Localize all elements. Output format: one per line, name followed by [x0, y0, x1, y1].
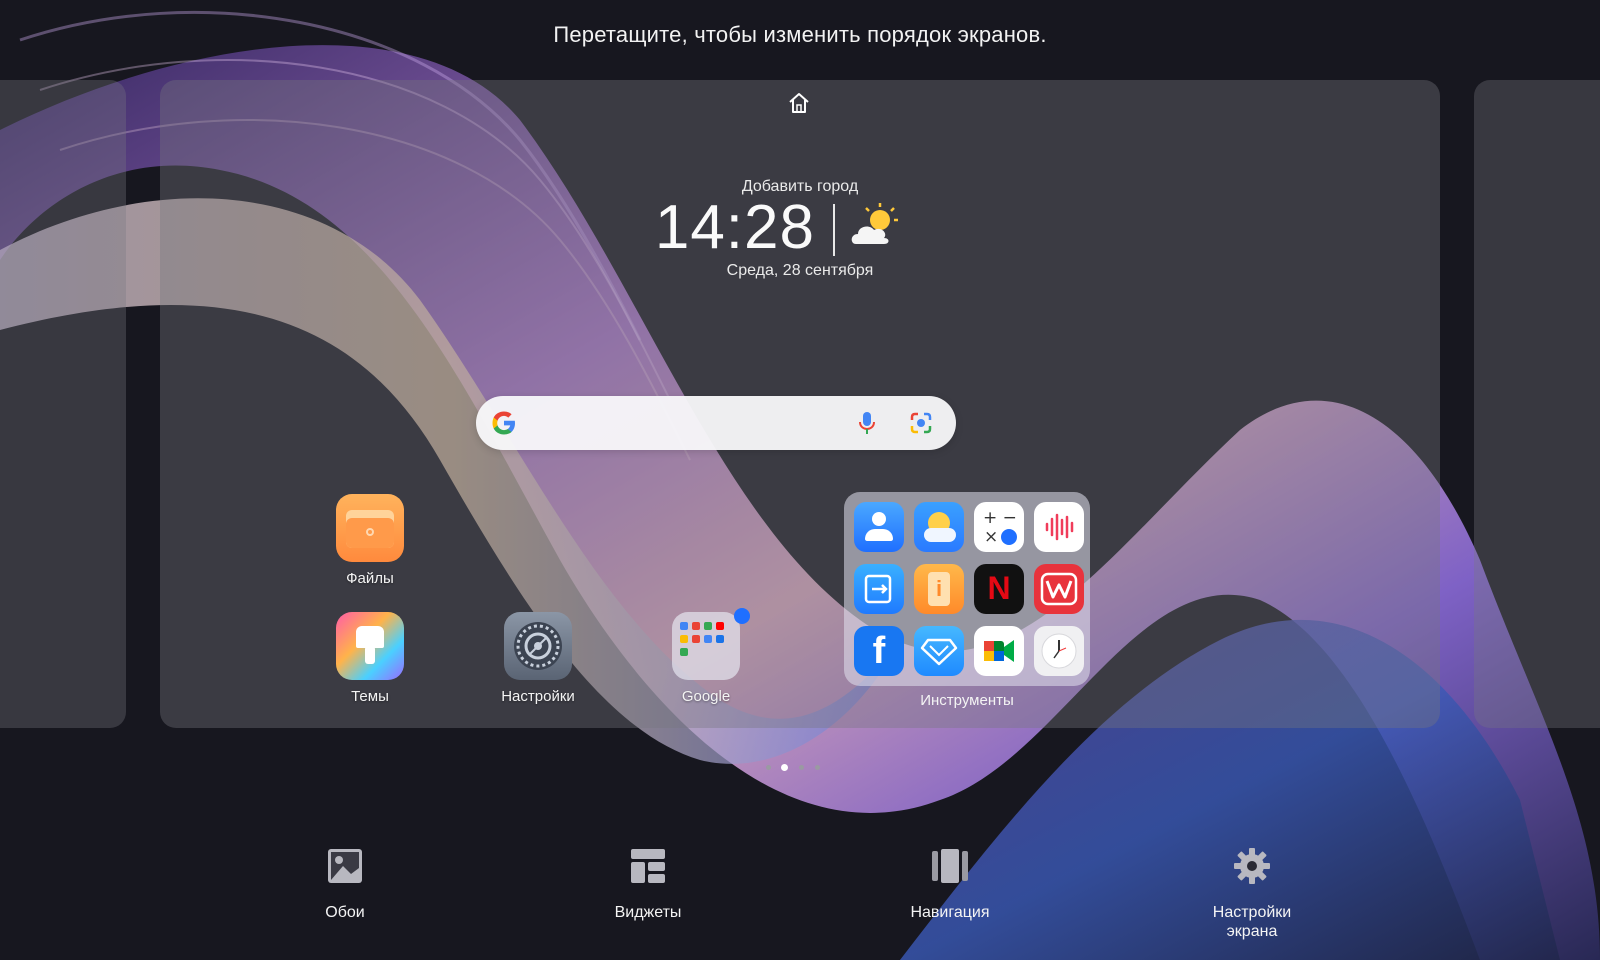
widgets-icon — [631, 849, 665, 883]
app-settings[interactable]: Настройки — [478, 612, 598, 705]
wallpaper-label: Обои — [325, 904, 365, 921]
app-label: Настройки — [501, 688, 575, 705]
themes-icon — [336, 612, 404, 680]
recorder-icon[interactable] — [1034, 502, 1084, 552]
page-dot[interactable] — [766, 765, 771, 770]
notification-badge — [734, 608, 750, 624]
settings-icon — [504, 612, 572, 680]
pages-layout-icon — [932, 849, 968, 883]
facebook-icon[interactable]: f — [854, 626, 904, 676]
contacts-icon[interactable] — [854, 502, 904, 552]
google-g-icon — [492, 411, 515, 435]
clock-time: 14:28 — [654, 193, 815, 262]
folder-google[interactable]: Google — [646, 608, 766, 705]
calculator-icon[interactable]: + − × — [974, 502, 1024, 552]
tips-icon[interactable]: i — [914, 564, 964, 614]
screen-settings-button[interactable]: Настройки экрана — [1177, 846, 1327, 941]
reorder-hint: Перетащите, чтобы изменить порядок экран… — [553, 22, 1047, 47]
clock-icon[interactable] — [1034, 626, 1084, 676]
netflix-icon[interactable]: N — [974, 564, 1024, 614]
widgets-button[interactable]: Виджеты — [573, 846, 723, 922]
clock-divider — [833, 204, 835, 256]
screen-settings-label-line2: экрана — [1226, 923, 1278, 940]
files-icon — [336, 494, 404, 562]
weather-icon[interactable] — [914, 502, 964, 552]
phone-clone-icon[interactable] — [854, 564, 904, 614]
clock-date: Среда, 28 сентября — [726, 262, 874, 279]
gear-icon — [1234, 848, 1270, 884]
folder-tools[interactable]: + − × i N f — [844, 492, 1090, 686]
app-label: Google — [681, 688, 731, 705]
image-icon — [328, 849, 362, 883]
google-search-bar[interactable] — [476, 396, 956, 450]
navigation-label: Навигация — [910, 904, 990, 921]
page-dot-active[interactable] — [781, 764, 788, 771]
home-icon[interactable] — [786, 90, 812, 116]
navigation-button[interactable]: Навигация — [875, 846, 1025, 922]
mic-icon[interactable] — [856, 410, 878, 436]
widgets-label: Виджеты — [614, 904, 682, 921]
search-input[interactable] — [530, 406, 844, 442]
google-folder-icon — [672, 612, 740, 680]
app-files[interactable]: Файлы — [310, 494, 430, 587]
wallpaper-button[interactable]: Обои — [270, 846, 420, 922]
wps-office-icon[interactable] — [1034, 564, 1084, 614]
screen-thumbnail-main[interactable]: Добавить город 14:28 Среда, 28 сентября — [160, 80, 1440, 728]
screen-thumbnail-left[interactable] — [0, 80, 126, 728]
screen-settings-label-line1: Настройки — [1212, 904, 1292, 921]
screen-thumbnail-right[interactable] — [1474, 80, 1600, 728]
page-dot[interactable] — [815, 765, 820, 770]
app-themes[interactable]: Темы — [310, 612, 430, 705]
honor-club-icon[interactable] — [914, 626, 964, 676]
app-label: Файлы — [346, 570, 394, 587]
partly-sunny-icon — [851, 203, 898, 244]
screen-settings-label: Настройки экрана — [1177, 903, 1327, 941]
google-lens-icon[interactable] — [908, 410, 934, 436]
app-label: Темы — [351, 688, 389, 705]
google-meet-icon[interactable] — [974, 626, 1024, 676]
folder-tools-label: Инструменты — [920, 692, 1014, 709]
page-dot[interactable] — [799, 765, 804, 770]
